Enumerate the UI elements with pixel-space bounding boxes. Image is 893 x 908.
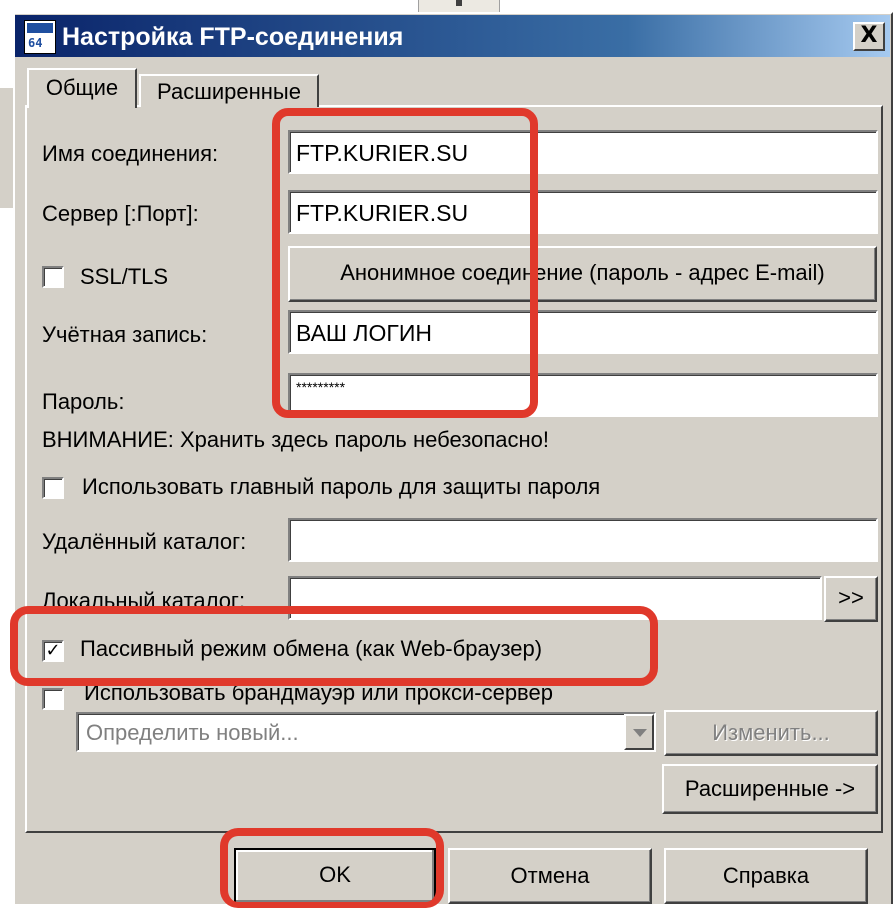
anonymous-connection-button[interactable]: Анонимное соединение (пароль - адрес E-m… [288,246,877,302]
close-icon[interactable]: X [853,22,885,51]
master-password-label: Использовать главный пароль для защиты п… [82,474,601,499]
tab-advanced[interactable]: Расширенные [139,74,319,107]
browse-local-dir-button[interactable]: >> [824,576,878,622]
proxy-label: Использовать брандмауэр или прокси-серве… [84,680,553,705]
server-label: Сервер [:Порт]: [42,201,199,226]
proxy-checkbox[interactable] [42,688,64,710]
app-icon: 64 [24,20,56,54]
connection-name-input[interactable]: FTP.KURIER.SU [288,130,878,174]
advanced-proxy-button[interactable]: Расширенные -> [662,764,878,814]
ok-button[interactable]: OK [234,848,436,904]
ssl-label: SSL/TLS [80,264,169,289]
background-mark [456,0,462,6]
passive-mode-checkbox[interactable]: ✓ [42,640,64,662]
ssl-checkbox[interactable] [42,266,64,288]
password-label: Пароль: [42,389,125,414]
proxy-select[interactable]: Определить новый... [76,712,656,752]
cancel-button[interactable]: Отмена [448,848,652,904]
checkmark-icon: ✓ [45,640,61,661]
help-button[interactable]: Справка [664,848,868,904]
local-dir-input[interactable] [288,576,822,620]
dropdown-arrow-icon[interactable] [624,714,654,750]
remote-dir-label: Удалённый каталог: [42,529,247,554]
change-proxy-button[interactable]: Изменить... [664,710,878,756]
local-dir-label: Локальный каталог: [42,588,246,613]
remote-dir-input[interactable] [288,518,878,562]
password-warning-text: ВНИМАНИЕ: Хранить здесь пароль небезопас… [42,427,549,452]
account-input[interactable]: ВАШ ЛОГИН [288,310,878,354]
passive-mode-label: Пассивный режим обмена (как Web-браузер) [80,636,543,661]
connection-name-label: Имя соединения: [42,141,219,166]
password-input[interactable]: ********* [288,373,878,417]
tab-general[interactable]: Общие [27,68,137,108]
master-password-checkbox[interactable] [42,477,64,499]
window-title: Настройка FTP-соединения [62,23,404,51]
proxy-select-value: Определить новый... [86,720,299,745]
app-icon-text: 64 [28,36,43,50]
server-input[interactable]: FTP.KURIER.SU [288,190,878,234]
background-window-edge [0,88,14,208]
account-label: Учётная запись: [42,322,208,347]
